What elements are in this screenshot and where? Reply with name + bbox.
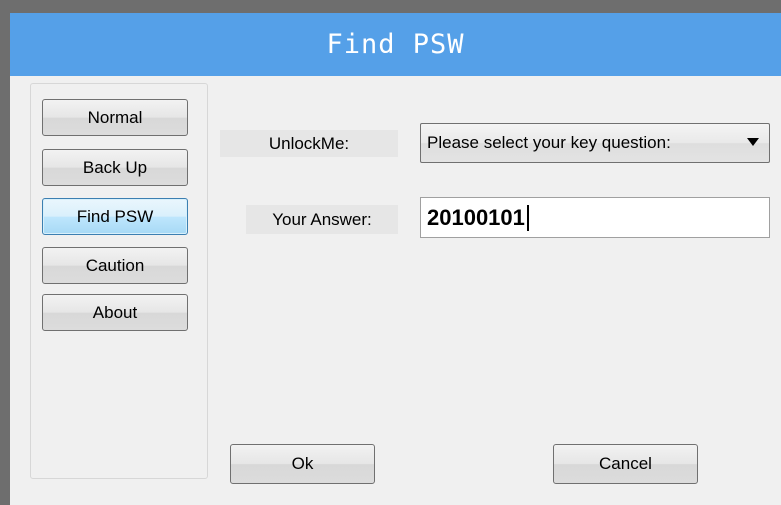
- sidebar-item-label: Find PSW: [76, 206, 154, 226]
- sidebar-item-normal[interactable]: Normal: [42, 99, 188, 136]
- key-question-select-value: Please select your key question:: [427, 133, 671, 152]
- question-label: UnlockMe:: [220, 130, 398, 157]
- key-question-select[interactable]: Please select your key question:: [420, 123, 770, 163]
- sidebar-item-label: Back Up: [82, 157, 148, 177]
- sidebar: Normal Back Up Find PSW Caution About: [30, 83, 208, 479]
- sidebar-item-label: About: [92, 302, 138, 322]
- cancel-button[interactable]: Cancel: [553, 444, 698, 484]
- window-title: Find PSW: [326, 29, 465, 60]
- window-frame-left: [0, 0, 10, 505]
- sidebar-item-label: Caution: [85, 255, 145, 275]
- ok-button[interactable]: Ok: [230, 444, 375, 484]
- answer-label: Your Answer:: [246, 205, 398, 234]
- cancel-button-label: Cancel: [599, 454, 652, 473]
- window-frame-top: [0, 0, 781, 13]
- ok-button-label: Ok: [291, 454, 314, 473]
- answer-field-value: 20100101: [427, 204, 525, 230]
- sidebar-item-about[interactable]: About: [42, 294, 188, 331]
- sidebar-item-label: Normal: [87, 107, 143, 127]
- main-content: Normal Back Up Find PSW Caution About Un…: [10, 76, 781, 505]
- text-caret: [526, 204, 529, 231]
- chevron-down-icon[interactable]: [747, 138, 759, 146]
- question-label-text: UnlockMe:: [268, 133, 350, 153]
- title-bar[interactable]: Find PSW: [10, 13, 781, 76]
- answer-field[interactable]: 20100101: [420, 197, 770, 238]
- answer-label-text: Your Answer:: [272, 209, 372, 229]
- sidebar-item-back-up[interactable]: Back Up: [42, 149, 188, 186]
- sidebar-item-caution[interactable]: Caution: [42, 247, 188, 284]
- sidebar-item-find-psw[interactable]: Find PSW: [42, 198, 188, 235]
